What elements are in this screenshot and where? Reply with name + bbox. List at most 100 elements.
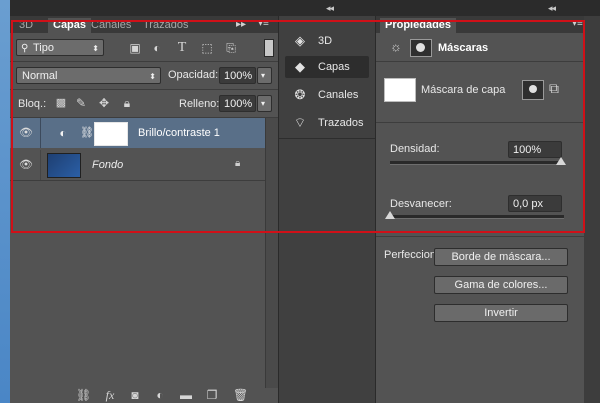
panel-menu-icon[interactable]: ▾≡ [258, 18, 269, 29]
divider [10, 61, 278, 62]
adjustment-sun-icon[interactable]: ☼ [388, 40, 404, 54]
opacity-value: 100% [224, 70, 253, 82]
layer-mask-thumbnail[interactable] [94, 122, 128, 146]
adjustment-icon[interactable]: ◐ [153, 388, 167, 402]
filter-type-icon[interactable]: T [175, 41, 189, 55]
dock-item-label: Canales [318, 89, 359, 101]
collapse-dock-button[interactable]: ◂◂ [326, 3, 334, 14]
invert-button[interactable]: Invertir [434, 304, 568, 322]
circle-icon [529, 85, 537, 93]
lock-image-icon[interactable]: ✎ [74, 96, 88, 110]
circle-icon [416, 43, 425, 52]
layers-scrollbar[interactable] [265, 118, 279, 388]
layer-name[interactable]: Fondo [92, 159, 123, 171]
blend-mode-value: Normal [22, 70, 58, 82]
divider [279, 138, 375, 139]
tab-propiedades[interactable]: Propiedades [380, 18, 457, 33]
visibility-eye-icon[interactable]: 👁︎ [18, 126, 34, 140]
layer-row-fondo[interactable]: 👁︎ Fondo 🔒︎ [10, 150, 265, 180]
density-label: Densidad: [390, 143, 440, 155]
mask-type-label: Máscara de capa [421, 84, 506, 96]
masks-mode-icon[interactable] [410, 39, 432, 57]
document-canvas-edge [0, 0, 10, 403]
trash-icon[interactable]: 🗑︎ [233, 388, 248, 402]
dock-item-label: Trazados [318, 117, 364, 129]
dock-item-trazados[interactable]: ⌔ Trazados [285, 112, 369, 134]
collapse-panels-button[interactable]: ◂◂ [548, 3, 556, 14]
dock-item-label: 3D [318, 35, 333, 47]
fill-label: Relleno: [179, 98, 220, 110]
properties-panel-tabs: Propiedades ▾≡ [376, 16, 584, 33]
divider [376, 61, 584, 62]
tab-capas[interactable]: Capas [48, 18, 92, 33]
feather-slider[interactable] [390, 215, 564, 219]
dock-item-capas[interactable]: ◆ Capas [285, 56, 369, 78]
lock-icon: 🔒︎ [235, 158, 241, 169]
expand-panel-icon[interactable]: ▸▸ [236, 19, 246, 30]
vector-mask-add-icon[interactable]: ⧉ [546, 81, 562, 95]
fx-icon[interactable]: fx [102, 388, 118, 402]
dock-item-label: Capas [318, 61, 350, 73]
opacity-dropdown-button[interactable]: ▾ [257, 67, 272, 84]
filter-adjustment-icon[interactable]: ◐ [150, 41, 164, 55]
fill-dropdown-button[interactable]: ▾ [257, 95, 272, 112]
panel-menu-icon[interactable]: ▾≡ [572, 18, 583, 29]
new-layer-icon[interactable]: ❐ [205, 388, 219, 402]
fill-value: 100% [224, 98, 253, 110]
density-value: 100% [513, 144, 542, 156]
refine-label: Perfeccionar: [384, 249, 436, 261]
layers-icon: ◆ [295, 59, 305, 74]
tab-canales[interactable]: Canales [86, 18, 136, 33]
paths-icon: ⌔ [293, 115, 307, 130]
chevron-down-icon: ▾ [261, 99, 266, 108]
layers-panel-tabs: 3D Capas Canales Trazados ▸▸ ▾≡ [10, 16, 278, 33]
feather-input[interactable]: 0,0 px [508, 195, 562, 212]
layer-row-brillo-contraste[interactable]: 👁︎ ◐ ⛓︎ Brillo/contraste 1 [10, 118, 265, 148]
divider [376, 122, 584, 123]
blend-mode-select[interactable]: Normal ⬍ [16, 67, 161, 84]
filter-type-select[interactable]: ⚲ Tipo ⬍ [16, 39, 104, 56]
density-slider[interactable] [390, 161, 564, 165]
color-range-button[interactable]: Gama de colores... [434, 276, 568, 294]
dock-item-canales[interactable]: ❂ Canales [285, 84, 369, 106]
right-scroll-strip [584, 16, 600, 403]
properties-title: Máscaras [438, 42, 489, 54]
lock-position-icon[interactable]: ✥ [97, 96, 111, 110]
filter-pixel-icon[interactable]: ▣ [128, 41, 142, 55]
density-input[interactable]: 100% [508, 141, 562, 158]
visibility-eye-icon[interactable]: 👁︎ [18, 158, 34, 172]
layer-name[interactable]: Brillo/contraste 1 [138, 127, 220, 139]
feather-slider-thumb[interactable] [385, 211, 395, 219]
filter-toggle-switch[interactable] [264, 39, 274, 57]
density-slider-thumb[interactable] [556, 157, 566, 165]
channels-icon: ❂ [294, 87, 306, 102]
filter-shape-icon[interactable]: ⬚ [200, 41, 214, 55]
chevron-updown-icon: ⬍ [92, 44, 99, 53]
layers-panel: 3D Capas Canales Trazados ▸▸ ▾≡ ⚲ Tipo ⬍… [10, 16, 279, 403]
filter-smartobject-icon[interactable]: ⎘ [224, 41, 238, 55]
mask-thumbnail[interactable] [384, 78, 416, 102]
chevron-down-icon: ▾ [261, 71, 266, 80]
lock-transparent-icon[interactable]: ▩ [54, 96, 68, 110]
lock-all-icon[interactable]: 🔒︎ [120, 96, 134, 110]
divider [40, 118, 41, 148]
link-icon[interactable]: ⛓︎ [76, 388, 91, 402]
fill-input[interactable]: 100% [219, 95, 256, 112]
layers-bottom-toolbar: ⛓︎ fx ◙ ◐ ▬ ❐ 🗑︎ [10, 388, 278, 403]
divider [10, 89, 278, 90]
opacity-label: Opacidad: [168, 69, 219, 81]
3d-icon: ◈ [295, 33, 305, 48]
mask-edge-button[interactable]: Borde de máscara... [434, 248, 568, 266]
tab-3d[interactable]: 3D [14, 18, 38, 33]
tab-trazados[interactable]: Trazados [138, 18, 193, 33]
panel-dock-top-bar: ◂◂ ◂◂ [10, 0, 600, 16]
dock-item-3d[interactable]: ◈ 3D [285, 30, 369, 52]
chain-link-icon[interactable]: ⛓︎ [80, 126, 94, 140]
folder-icon[interactable]: ▬ [179, 388, 193, 402]
search-icon: ⚲ [21, 43, 29, 54]
mask-icon[interactable]: ◙ [128, 388, 142, 402]
divider [376, 236, 584, 237]
pixel-mask-button[interactable] [522, 80, 544, 100]
layer-thumbnail [47, 153, 81, 178]
opacity-input[interactable]: 100% [219, 67, 256, 84]
